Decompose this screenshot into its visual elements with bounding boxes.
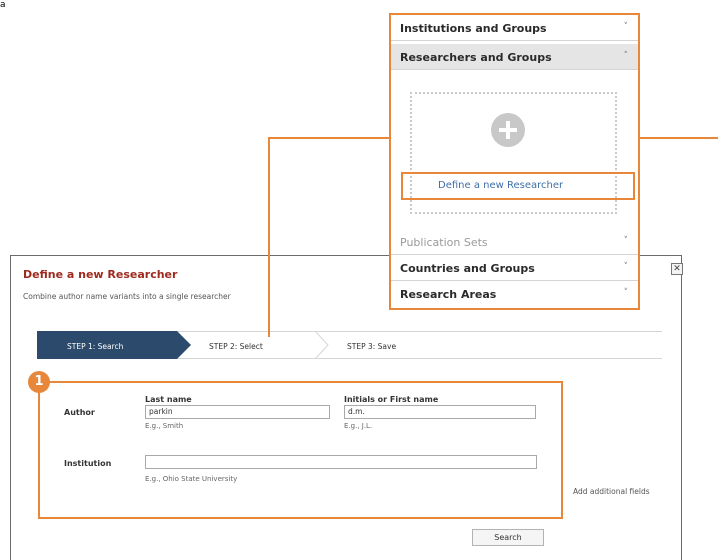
initials-input[interactable]: d.m. [344, 405, 536, 419]
panel-row-label: Research Areas [400, 288, 497, 301]
plus-icon-bar [506, 121, 510, 139]
institution-hint: E.g., Ohio State University [145, 475, 238, 483]
corner-mark: a [0, 0, 6, 10]
panel-row-countries[interactable]: Countries and Groups ˅ [391, 255, 638, 281]
connector-line-vertical [268, 137, 270, 337]
connector-line-horizontal [268, 137, 390, 139]
institution-label: Institution [64, 459, 112, 468]
initials-header: Initials or First name [344, 395, 439, 404]
chevron-down-icon: ˅ [623, 288, 629, 298]
panel-row-label: Publication Sets [400, 236, 488, 249]
last-name-hint: E.g., Smith [145, 422, 184, 430]
search-button[interactable]: Search [472, 529, 544, 546]
panel-row-label: Institutions and Groups [400, 22, 547, 35]
step-separator [315, 331, 329, 359]
last-name-header: Last name [145, 395, 192, 404]
search-form-highlight [38, 381, 563, 519]
dialog-subtitle: Combine author name variants into a sing… [23, 292, 231, 301]
close-icon[interactable]: ✕ [671, 263, 683, 275]
panel-row-research-areas[interactable]: Research Areas ˅ [391, 281, 638, 307]
panel-row-publication-sets[interactable]: Publication Sets ˅ [391, 229, 638, 255]
chevron-up-icon: ˄ [623, 51, 629, 61]
panel-row-institutions[interactable]: Institutions and Groups ˅ [391, 15, 638, 41]
step-1-label: STEP 1: Search [67, 342, 124, 351]
panel-row-label: Countries and Groups [400, 262, 535, 275]
author-label: Author [64, 408, 95, 417]
institution-input[interactable] [145, 455, 537, 469]
chevron-down-icon: ˅ [623, 22, 629, 32]
define-new-researcher-link[interactable]: Define a new Researcher [438, 180, 563, 191]
step-3-label[interactable]: STEP 3: Save [347, 342, 396, 351]
add-additional-fields-link[interactable]: Add additional fields [573, 487, 650, 496]
step-number-badge: 1 [28, 371, 50, 393]
chevron-down-icon: ˅ [623, 236, 629, 246]
initials-hint: E.g., J.L. [344, 422, 373, 430]
connector-line-right [639, 137, 718, 139]
dialog-title: Define a new Researcher [23, 268, 178, 281]
category-panel-callout: Institutions and Groups ˅ Researchers an… [389, 13, 640, 310]
step-2-label[interactable]: STEP 2: Select [209, 342, 263, 351]
last-name-input[interactable]: parkin [145, 405, 330, 419]
chevron-down-icon: ˅ [623, 262, 629, 272]
panel-row-researchers[interactable]: Researchers and Groups ˄ [391, 44, 638, 70]
step-progress-bar: STEP 1: Search STEP 2: Select STEP 3: Sa… [37, 331, 662, 359]
panel-row-label: Researchers and Groups [400, 51, 552, 64]
